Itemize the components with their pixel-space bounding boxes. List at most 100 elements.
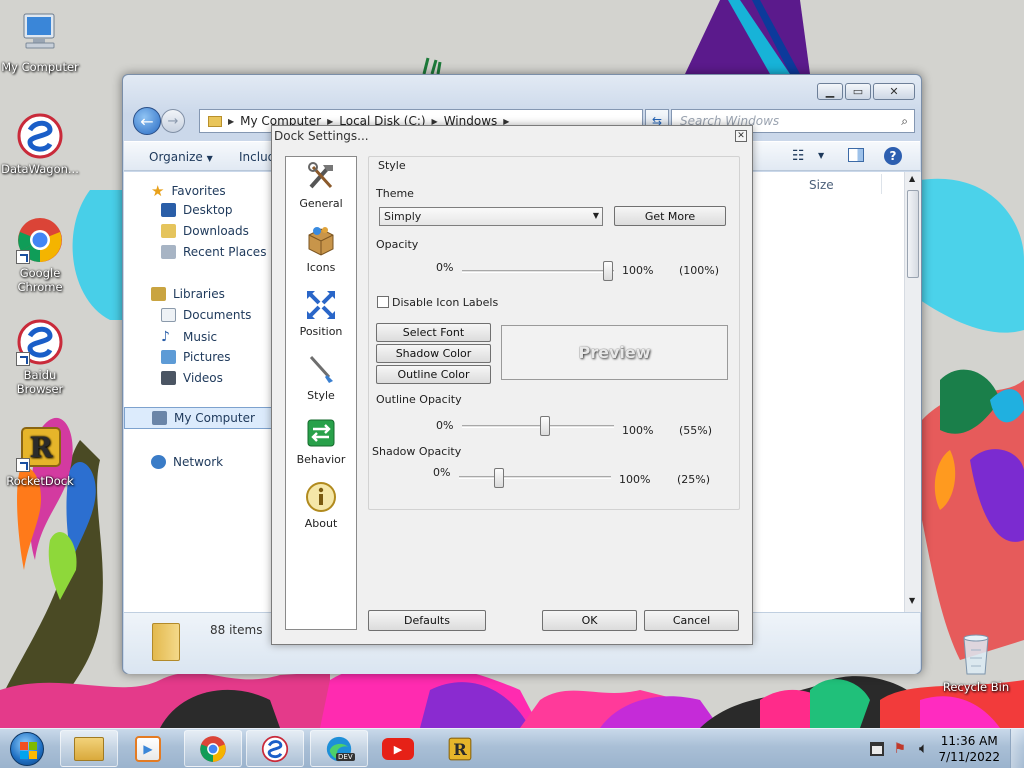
select-font-button[interactable]: Select Font: [376, 323, 491, 342]
column-header-size[interactable]: Size: [809, 178, 834, 192]
desktop-icon: [161, 203, 176, 217]
item-count: 88 items: [210, 623, 263, 637]
ok-button[interactable]: OK: [542, 610, 637, 631]
sidebar-item-about[interactable]: About: [286, 481, 356, 530]
shadow-color-button[interactable]: Shadow Color: [376, 344, 491, 363]
theme-select[interactable]: Simply ▼: [379, 207, 603, 226]
nav-my-computer[interactable]: My Computer: [124, 407, 272, 429]
sidebar-item-behavior[interactable]: Behavior: [286, 417, 356, 466]
desktop-icon-rocketdock[interactable]: R RocketDock: [0, 424, 80, 488]
windows-logo-icon: [10, 732, 44, 766]
nav-label: Recent Places: [183, 245, 267, 259]
folder-icon: [74, 736, 104, 761]
sidebar-label: Style: [307, 389, 335, 402]
outline-opacity-slider-thumb[interactable]: [539, 416, 550, 436]
forward-button[interactable]: →: [161, 109, 185, 133]
sidebar-label: About: [304, 517, 338, 530]
rocketdock-icon: R: [448, 737, 472, 761]
dialog-close-button[interactable]: ✕: [735, 130, 747, 142]
include-in-library-button[interactable]: Includ: [239, 150, 275, 164]
disable-icon-labels-checkbox[interactable]: [377, 296, 389, 308]
shortcut-arrow-icon: [16, 458, 30, 472]
nav-favorites[interactable]: ★ Favorites: [151, 182, 226, 200]
taskbar-rocketdock-button[interactable]: R: [440, 733, 480, 765]
close-button[interactable]: ✕: [873, 83, 915, 100]
opacity-slider-thumb[interactable]: [603, 261, 613, 281]
nav-pictures[interactable]: Pictures: [161, 350, 231, 364]
sidebar-label: Position: [299, 325, 343, 338]
start-button[interactable]: [4, 729, 50, 768]
view-options-icon[interactable]: ☷: [792, 148, 805, 164]
action-center-flag-icon[interactable]: ⚑: [893, 741, 906, 757]
sidebar-item-style[interactable]: Style: [286, 353, 356, 402]
clock[interactable]: 11:36 AM 7/11/2022: [938, 733, 1000, 765]
desktop-icon-my-computer[interactable]: My Computer: [0, 10, 80, 74]
nav-desktop[interactable]: Desktop: [161, 203, 233, 217]
taskbar-edge-dev-button[interactable]: DEV: [310, 730, 368, 767]
taskbar-chrome-button[interactable]: [184, 730, 242, 767]
scroll-thumb[interactable]: [907, 190, 919, 278]
close-icon: ✕: [889, 85, 899, 98]
nav-libraries[interactable]: Libraries: [151, 287, 225, 301]
desktop-icon-label: DataWagon...: [1, 162, 79, 176]
nav-label: Pictures: [183, 350, 231, 364]
network-icon: [151, 455, 166, 469]
get-more-button[interactable]: Get More: [614, 206, 726, 226]
pictures-icon: [161, 350, 176, 364]
group-title: Style: [376, 159, 408, 172]
sidebar-label: General: [299, 197, 343, 210]
taskbar-datawagon-button[interactable]: [246, 730, 304, 767]
desktop-icon-label: Google Chrome: [17, 266, 63, 294]
network-status-icon[interactable]: [870, 742, 884, 756]
nav-label: Libraries: [173, 287, 225, 301]
arrow-left-icon: ←: [140, 111, 154, 131]
desktop-icon-recycle-bin[interactable]: Recycle Bin: [936, 630, 1016, 694]
svg-text:R: R: [29, 431, 53, 464]
svg-text:R: R: [453, 740, 467, 759]
nav-videos[interactable]: Videos: [161, 371, 223, 385]
outline-color-button[interactable]: Outline Color: [376, 365, 491, 384]
show-desktop-button[interactable]: [1010, 729, 1024, 768]
behavior-arrows-icon: [305, 417, 337, 449]
taskbar-explorer-button[interactable]: [60, 730, 118, 767]
desktop-icon-google-chrome[interactable]: Google Chrome: [0, 216, 80, 294]
volume-icon[interactable]: 🔈︎: [919, 739, 928, 757]
desktop-icon-baidu-browser[interactable]: Baidu Browser: [0, 318, 80, 396]
nav-label: Network: [173, 455, 224, 469]
minimize-button[interactable]: ▁: [817, 83, 843, 100]
shortcut-arrow-icon: [16, 352, 30, 366]
chevron-down-icon[interactable]: ▼: [818, 151, 824, 160]
preview-pane-icon[interactable]: [848, 148, 864, 162]
desktop-icon-datawagon[interactable]: DataWagon...: [0, 112, 80, 176]
sidebar-label: Icons: [306, 261, 336, 274]
taskbar-media-player-button[interactable]: ▶: [128, 733, 168, 765]
cancel-button[interactable]: Cancel: [644, 610, 739, 631]
back-button[interactable]: ←: [133, 107, 161, 135]
sidebar-item-position[interactable]: Position: [286, 289, 356, 338]
outline-opacity-slider-track[interactable]: [462, 425, 614, 428]
nav-recent-places[interactable]: Recent Places: [161, 245, 266, 259]
nav-music[interactable]: ♪ Music: [161, 329, 217, 345]
opacity-value: (100%): [679, 264, 720, 277]
opacity-slider-track[interactable]: [462, 270, 614, 273]
defaults-button[interactable]: Defaults: [368, 610, 486, 631]
nav-documents[interactable]: Documents: [161, 308, 251, 322]
close-icon: ✕: [737, 131, 745, 141]
vertical-scrollbar[interactable]: ▲ ▼: [904, 172, 921, 612]
maximize-button[interactable]: ▭: [845, 83, 871, 100]
star-icon: ★: [151, 182, 165, 200]
desktop-icon-label: My Computer: [1, 60, 79, 74]
taskbar-youtube-button[interactable]: ▶: [378, 733, 418, 765]
help-icon[interactable]: ?: [884, 147, 902, 165]
chevron-right-icon: ▶: [228, 116, 235, 126]
libraries-icon: [151, 287, 166, 301]
sidebar-item-general[interactable]: General: [286, 161, 356, 210]
organize-button[interactable]: Organize ▼: [149, 150, 213, 164]
desktop-icon-label: Baidu Browser: [16, 368, 64, 396]
nav-network[interactable]: Network: [151, 455, 223, 469]
shadow-opacity-slider-thumb[interactable]: [494, 468, 505, 488]
nav-downloads[interactable]: Downloads: [161, 224, 249, 238]
shadow-opacity-slider-track[interactable]: [459, 476, 611, 479]
opacity-min: 0%: [436, 261, 454, 274]
sidebar-item-icons[interactable]: Icons: [286, 225, 356, 274]
